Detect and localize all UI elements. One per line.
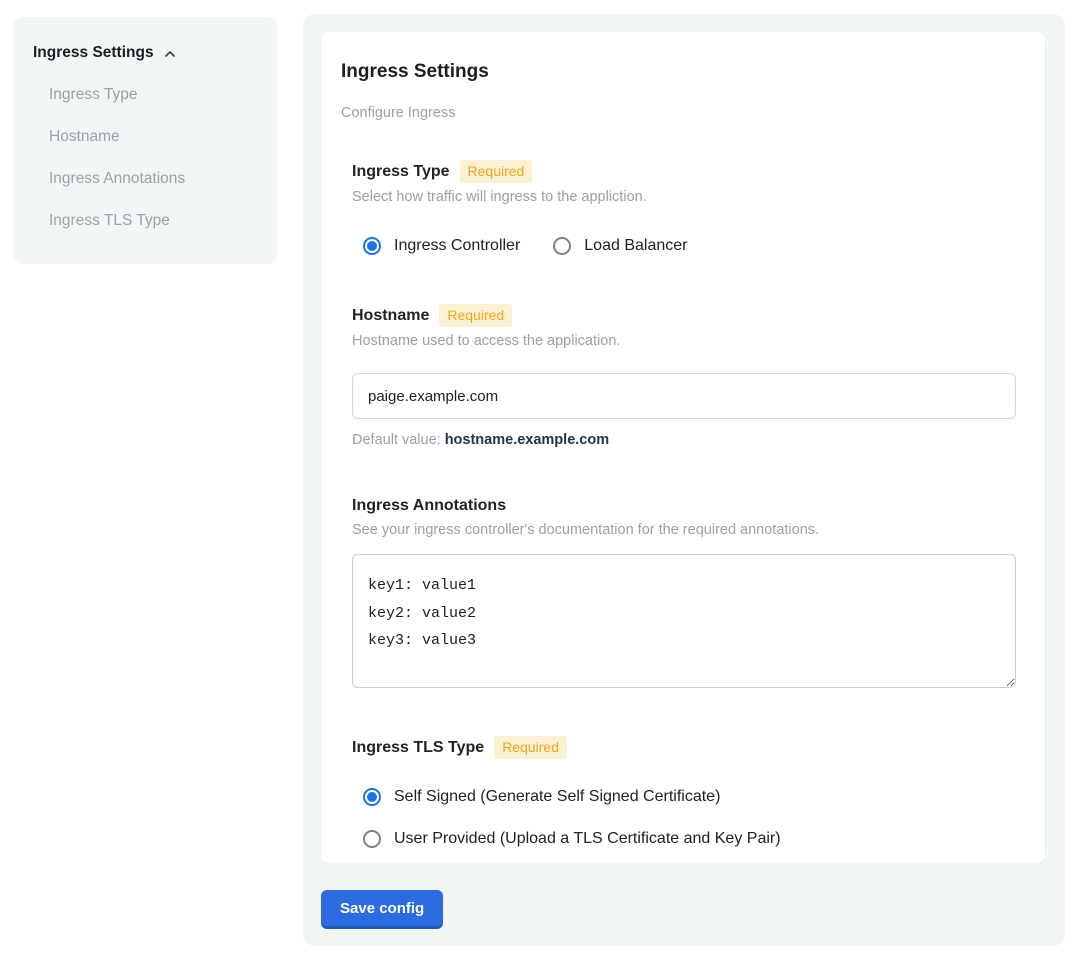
section-ingress-tls-type: Ingress TLS Type Required Self Signed (G… [352, 736, 1025, 849]
chevron-up-icon [162, 46, 178, 62]
sidebar-item-ingress-annotations[interactable]: Ingress Annotations [33, 169, 257, 189]
sidebar-item-ingress-type[interactable]: Ingress Type [33, 85, 257, 105]
ingress-annotations-label: Ingress Annotations [352, 496, 506, 516]
sidebar-item-ingress-tls-type[interactable]: Ingress TLS Type [33, 211, 257, 231]
ingress-annotations-textarea[interactable]: key1: value1 key2: value2 key3: value3 [352, 554, 1016, 688]
ingress-type-label: Ingress Type [352, 162, 450, 182]
radio-load-balancer[interactable]: Load Balancer [553, 236, 687, 256]
radio-label: Load Balancer [584, 236, 687, 256]
ingress-settings-panel: Ingress Settings Configure Ingress Ingre… [303, 14, 1065, 946]
ingress-annotations-description: See your ingress controller's documentat… [352, 521, 1025, 539]
section-ingress-type: Ingress Type Required Select how traffic… [352, 160, 1025, 256]
page-subtitle: Configure Ingress [341, 104, 1025, 122]
page-title: Ingress Settings [341, 60, 1025, 83]
required-badge: Required [460, 160, 533, 183]
ingress-tls-type-radio-group: Self Signed (Generate Self Signed Certif… [352, 787, 1025, 849]
settings-sidebar: Ingress Settings Ingress Type Hostname I… [13, 17, 277, 264]
radio-icon [363, 237, 381, 255]
section-ingress-annotations: Ingress Annotations See your ingress con… [352, 496, 1025, 688]
sidebar-title: Ingress Settings [33, 43, 154, 63]
radio-icon [363, 788, 381, 806]
sidebar-item-hostname[interactable]: Hostname [33, 127, 257, 147]
save-config-button[interactable]: Save config [321, 890, 443, 929]
ingress-type-description: Select how traffic will ingress to the a… [352, 188, 1025, 206]
radio-ingress-controller[interactable]: Ingress Controller [363, 236, 520, 256]
section-hostname: Hostname Required Hostname used to acces… [352, 304, 1025, 448]
required-badge: Required [494, 736, 567, 759]
sidebar-section-toggle[interactable]: Ingress Settings [33, 43, 257, 63]
hostname-label: Hostname [352, 306, 429, 326]
radio-label: Self Signed (Generate Self Signed Certif… [394, 787, 720, 807]
radio-label: User Provided (Upload a TLS Certificate … [394, 829, 781, 849]
hostname-default-line: Default value: hostname.example.com [352, 432, 1025, 448]
hostname-default-value: hostname.example.com [445, 432, 609, 448]
radio-icon [363, 830, 381, 848]
hostname-default-label: Default value: [352, 432, 441, 448]
radio-label: Ingress Controller [394, 236, 520, 256]
hostname-input[interactable] [352, 373, 1016, 419]
radio-self-signed[interactable]: Self Signed (Generate Self Signed Certif… [363, 787, 1025, 807]
ingress-settings-card: Ingress Settings Configure Ingress Ingre… [321, 32, 1045, 863]
radio-user-provided[interactable]: User Provided (Upload a TLS Certificate … [363, 829, 1025, 849]
required-badge: Required [439, 304, 512, 327]
ingress-tls-type-label: Ingress TLS Type [352, 738, 484, 758]
ingress-type-radio-group: Ingress Controller Load Balancer [352, 236, 1025, 256]
hostname-description: Hostname used to access the application. [352, 332, 1025, 350]
radio-icon [553, 237, 571, 255]
